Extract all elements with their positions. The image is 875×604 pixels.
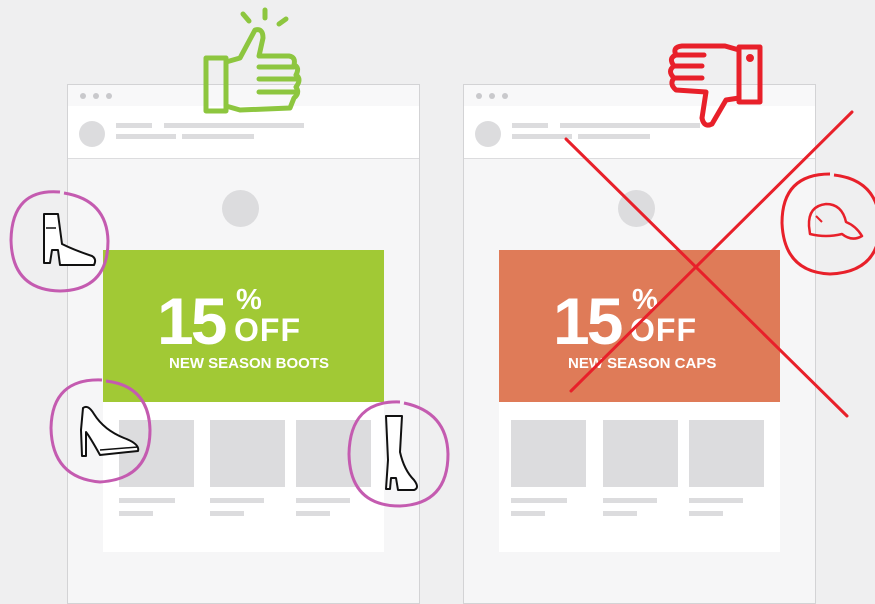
thumbs-down-icon [668,43,763,128]
tall-boot-icon [347,400,450,508]
cap-icon [780,172,875,276]
cross-out-icon [564,110,854,418]
high-heel-icon [49,378,152,484]
ankle-boot-icon [9,190,110,293]
illustration-overlay [9,7,875,508]
thumbs-up-icon [203,7,302,114]
